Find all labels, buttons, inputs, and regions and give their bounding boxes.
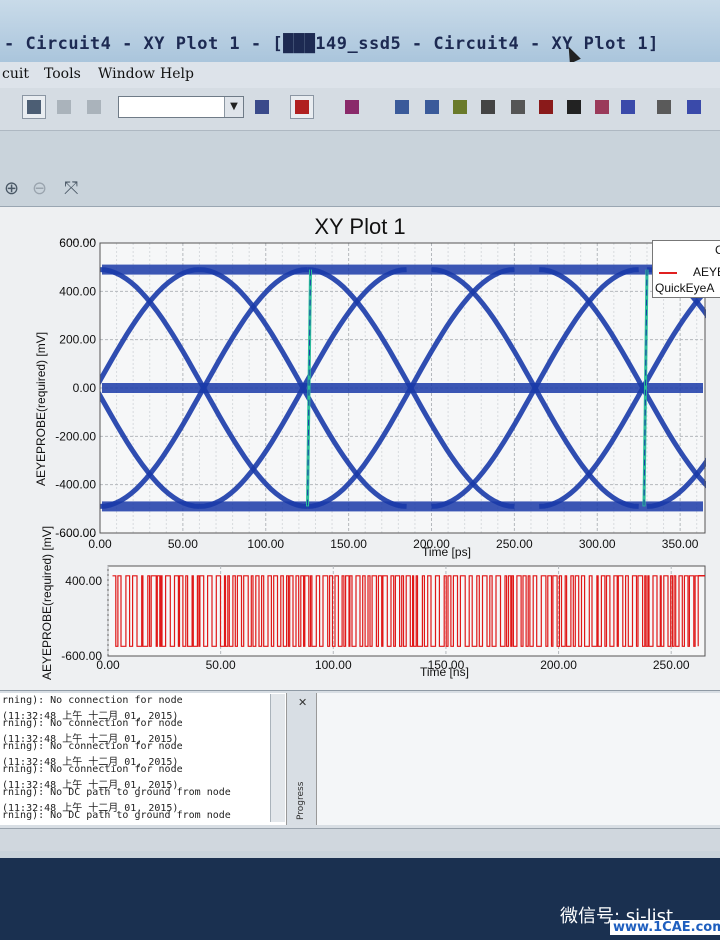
eye-y-tick-label: 0.00 bbox=[73, 381, 97, 395]
eye-x-tick-label: 300.00 bbox=[579, 537, 616, 551]
eye-y-tick-label: 600.00 bbox=[59, 236, 96, 250]
legend-header: C bbox=[715, 243, 720, 257]
eye-y-tick-label: -200.00 bbox=[55, 429, 96, 443]
legend-swatch bbox=[659, 272, 677, 274]
transient-y-tick-label: -600.00 bbox=[61, 649, 102, 663]
eye-x-tick-label: 50.00 bbox=[168, 537, 198, 551]
log-line: rning): No connection for node bbox=[2, 695, 183, 706]
eye-y-tick-label: -600.00 bbox=[55, 526, 96, 540]
log-line: rning): No connection for node bbox=[2, 741, 183, 752]
transient-xlabel: Time [ns] bbox=[420, 665, 469, 679]
eye-y-tick-label: -400.00 bbox=[55, 478, 96, 492]
eye-ylabel: AEYEPROBE(required) [mV] bbox=[34, 331, 48, 486]
eye-y-tick-label: 200.00 bbox=[59, 333, 96, 347]
transient-y-tick-label: 400.00 bbox=[65, 574, 102, 588]
eye-middle-rail bbox=[102, 383, 703, 393]
message-log[interactable]: rning): No connection for node (11:32:48 … bbox=[0, 693, 287, 825]
eye-x-tick-label: 350.00 bbox=[662, 537, 699, 551]
eye-x-tick-label: 100.00 bbox=[247, 537, 284, 551]
eye-y-tick-label: 400.00 bbox=[59, 284, 96, 298]
transient-x-tick-label: 50.00 bbox=[206, 658, 236, 672]
legend-entry-1: AEYEP bbox=[693, 265, 720, 279]
legend: C AEYEP QuickEyeA bbox=[652, 240, 720, 298]
legend-entry-2: QuickEyeA bbox=[655, 281, 715, 295]
close-icon[interactable]: ✕ bbox=[298, 696, 307, 709]
transient-x-tick-label: 100.00 bbox=[315, 658, 352, 672]
eye-x-tick-label: 250.00 bbox=[496, 537, 533, 551]
log-line: rning): No DC path to ground from node bbox=[2, 810, 231, 821]
progress-label: Progress bbox=[296, 781, 306, 820]
progress-pane bbox=[316, 693, 720, 825]
application-window: - Circuit4 - XY Plot 1 - [███149_ssd5 - … bbox=[0, 0, 720, 858]
transient-x-tick-label: 250.00 bbox=[653, 658, 690, 672]
status-bar bbox=[0, 828, 720, 851]
log-line: rning): No connection for node bbox=[2, 764, 183, 775]
transient-ylabel: AEYEPROBE(required) [mV] bbox=[40, 525, 54, 680]
eye-x-tick-label: 150.00 bbox=[330, 537, 367, 551]
log-line: rning): No DC path to ground from node bbox=[2, 787, 231, 798]
transient-x-tick-label: 200.00 bbox=[540, 658, 577, 672]
eye-xlabel: Time [ps] bbox=[422, 545, 471, 559]
log-scrollbar[interactable] bbox=[270, 694, 285, 822]
log-line: rning): No connection for node bbox=[2, 718, 183, 729]
plot-canvas: 0.00 50.00 100.00 150.00 200.00 250.00 300.00 3… bbox=[0, 236, 720, 672]
site-watermark: www.1CAE.com bbox=[610, 920, 720, 935]
